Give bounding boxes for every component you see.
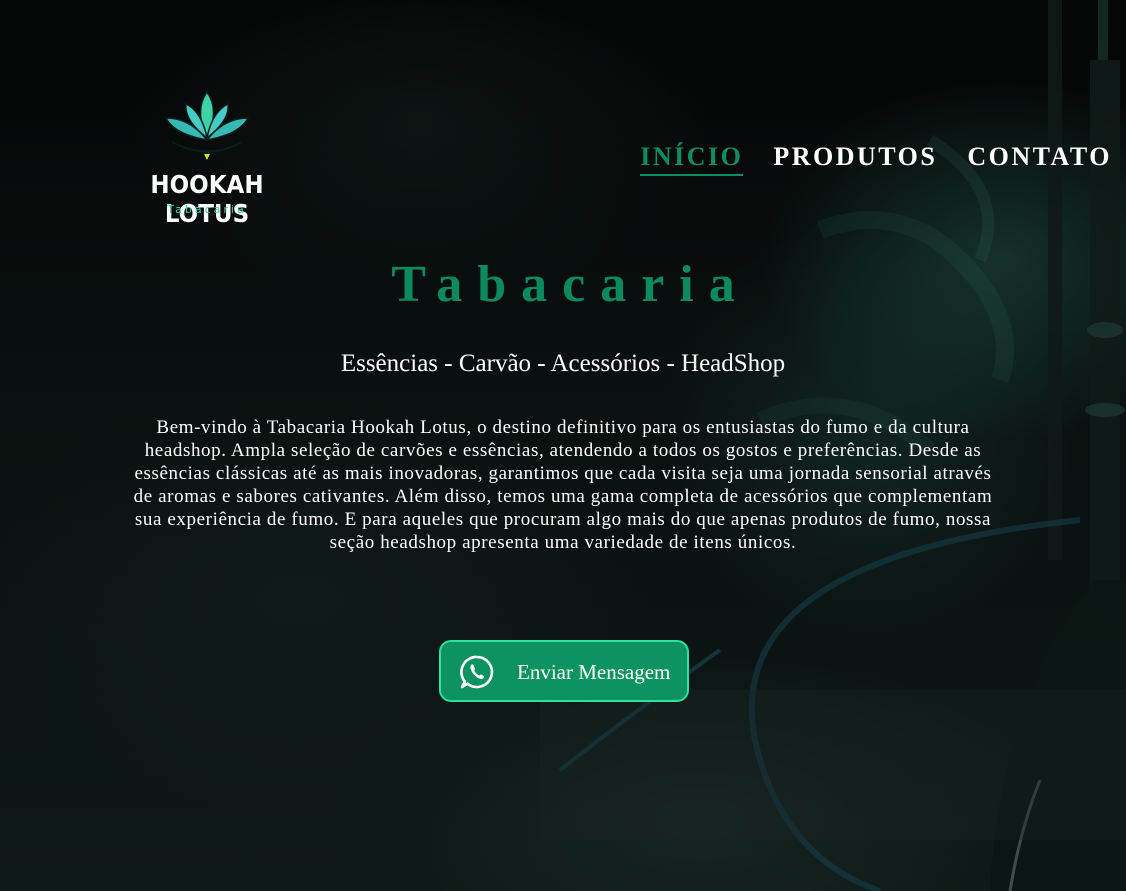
send-message-label: Enviar Mensagem [517,660,671,684]
site-logo[interactable]: HOOKAH LOTUS Tabacaria [104,90,310,228]
hero-title: Tabacaria [391,256,750,313]
nav-item-produtos[interactable]: PRODUTOS [773,142,937,176]
main-nav: INÍCIO PRODUTOS CONTATO [640,142,1112,176]
hero-subtitle: Essências - Carvão - Acessórios - HeadSh… [340,350,786,377]
whatsapp-icon [460,655,494,689]
logo-subtitle: Tabacaria [167,203,247,216]
lotus-icon [164,90,250,160]
send-message-button[interactable]: Enviar Mensagem [439,640,689,702]
nav-item-contato[interactable]: CONTATO [967,142,1112,176]
nav-item-inicio[interactable]: INÍCIO [640,142,744,176]
hero-description: Bem-vindo à Tabacaria Hookah Lotus, o de… [133,417,993,553]
logo-name: HOOKAH LOTUS [150,170,264,228]
